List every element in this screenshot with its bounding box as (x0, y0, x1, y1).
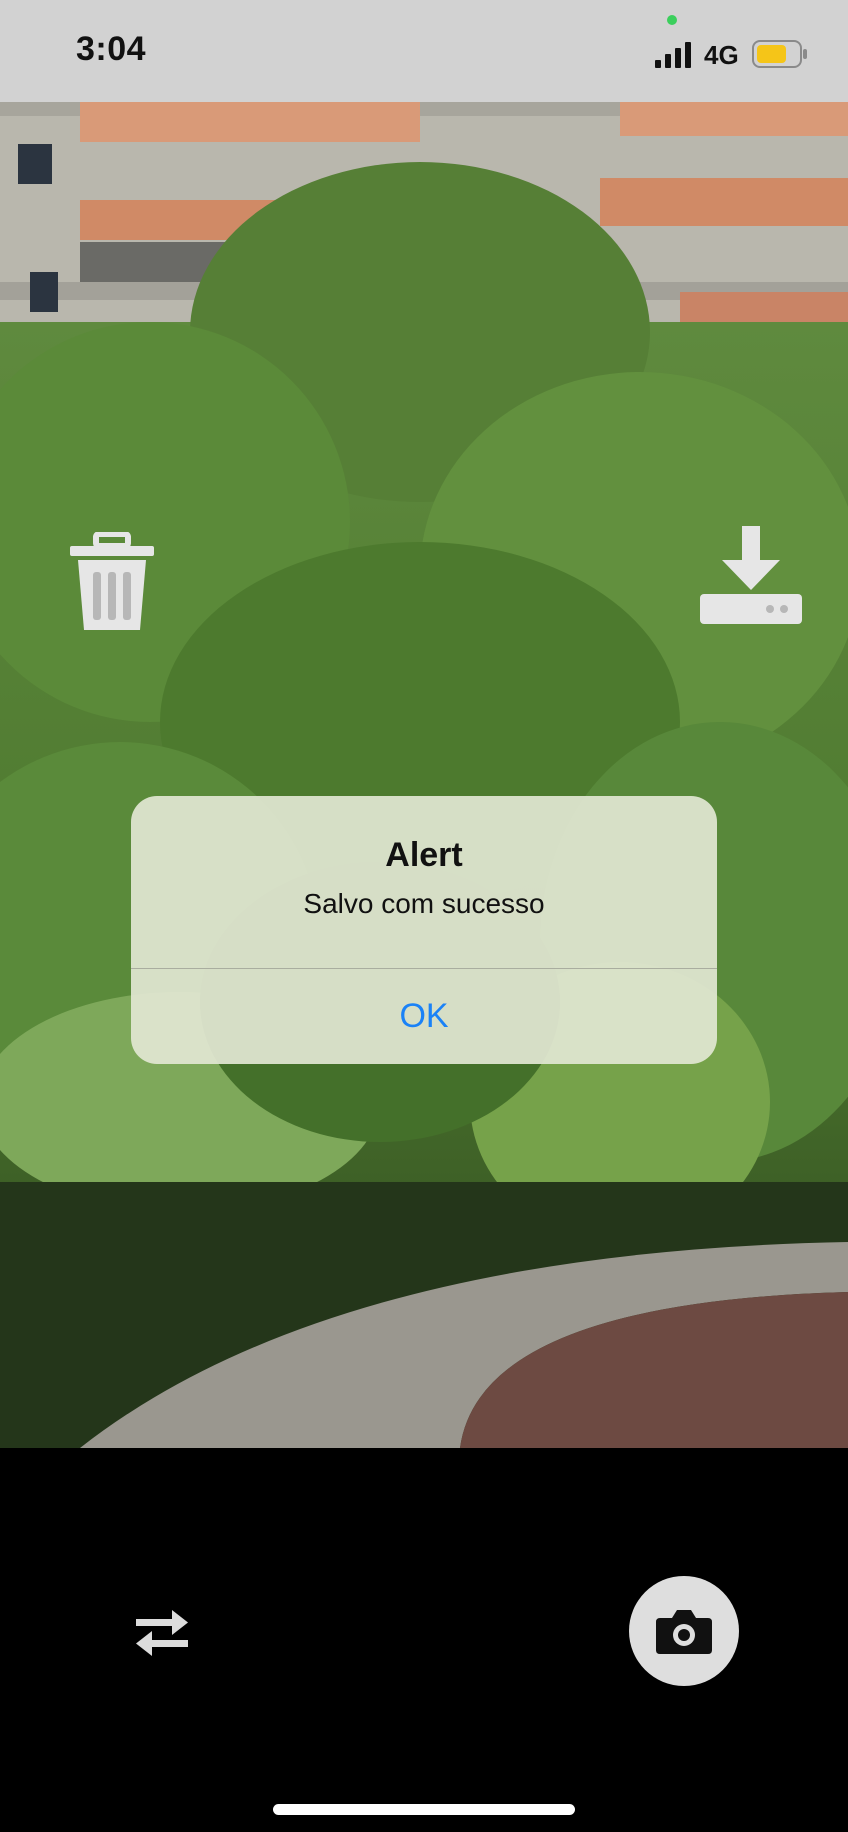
privacy-indicator (667, 15, 677, 25)
alert-ok-button[interactable]: OK (131, 969, 717, 1064)
download-icon[interactable] (698, 526, 804, 626)
trash-icon[interactable] (68, 532, 156, 632)
battery-icon (752, 40, 807, 68)
camera-controls-bar (0, 1448, 848, 1832)
camera-icon (656, 1610, 712, 1654)
status-time: 3:04 (76, 30, 147, 68)
camera-preview (0, 102, 848, 1448)
home-indicator[interactable] (273, 1804, 575, 1815)
network-label: 4G (704, 40, 739, 70)
alert-message: Salvo com sucesso (303, 888, 545, 919)
signal-icon (655, 42, 691, 68)
alert-dialog: Alert Salvo com sucesso OK (131, 796, 717, 1064)
camera-preview-image (0, 102, 848, 1448)
status-bar: 3:04 4G (0, 0, 848, 102)
alert-title: Alert (385, 836, 463, 874)
switch-camera-icon[interactable] (132, 1608, 192, 1658)
shutter-button[interactable] (629, 1576, 739, 1686)
